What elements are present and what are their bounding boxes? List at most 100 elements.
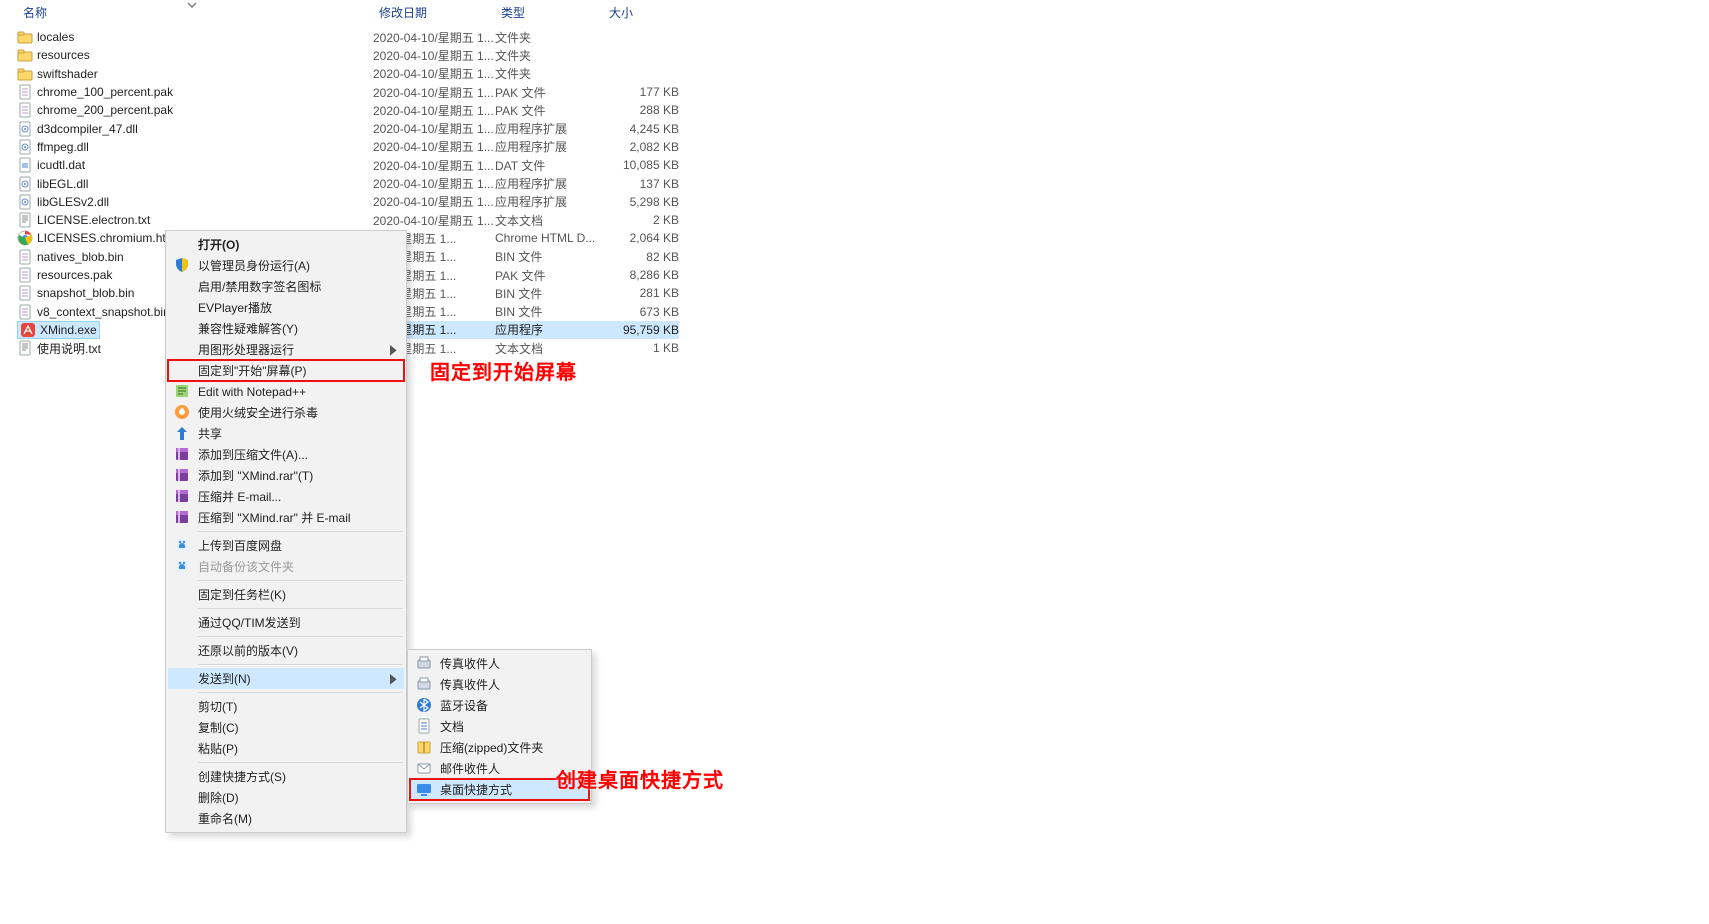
menu-item[interactable]: 创建快捷方式(S) [168, 766, 404, 787]
file-row[interactable]: LICENSE.electron.txt2020-04-10/星期五 1...文… [0, 211, 1709, 229]
menu-separator [198, 664, 403, 665]
menu-item-label: 固定到任务栏(K) [198, 586, 286, 603]
menu-item[interactable]: 压缩到 "XMind.rar" 并 E-mail [168, 507, 404, 528]
file-name-label: libGLESv2.dll [37, 195, 109, 209]
zip-icon [416, 739, 432, 755]
file-name-cell[interactable]: chrome_200_percent.pak [17, 102, 373, 118]
menu-item-label: 添加到压缩文件(A)... [198, 446, 308, 463]
menu-item[interactable]: 传真收件人 [410, 653, 589, 674]
file-type-cell: 文件夹 [495, 29, 603, 46]
menu-item[interactable]: 粘贴(P) [168, 738, 404, 759]
menu-item-label: 启用/禁用数字签名图标 [198, 278, 321, 295]
file-date-cell: 2020-04-10/星期五 1... [373, 120, 495, 137]
menu-item-label: 自动备份该文件夹 [198, 558, 294, 575]
file-type-cell: 应用程序扩展 [495, 193, 603, 210]
file-name-cell[interactable]: d3dcompiler_47.dll [17, 121, 373, 137]
file-name-label: v8_context_snapshot.bin [37, 305, 170, 319]
file-size-cell: 5,298 KB [603, 195, 679, 209]
file-row[interactable]: locales2020-04-10/星期五 1...文件夹 [0, 28, 1709, 46]
file-name-label: LICENSE.electron.txt [37, 213, 150, 227]
file-size-cell: 137 KB [603, 177, 679, 191]
file-name-cell[interactable]: ffmpeg.dll [17, 139, 373, 155]
menu-item[interactable]: 添加到 "XMind.rar"(T) [168, 465, 404, 486]
col-header-size[interactable]: 大小 [603, 0, 679, 25]
menu-item[interactable]: 共享 [168, 423, 404, 444]
file-name-label: chrome_200_percent.pak [37, 103, 173, 117]
menu-item[interactable]: 压缩(zipped)文件夹 [410, 737, 589, 758]
menu-item[interactable]: 复制(C) [168, 717, 404, 738]
menu-item[interactable]: 压缩并 E-mail... [168, 486, 404, 507]
menu-item[interactable]: 打开(O) [168, 234, 404, 255]
menu-item-label: 共享 [198, 425, 222, 442]
menu-item[interactable]: 删除(D) [168, 787, 404, 808]
dat-icon [17, 157, 33, 173]
file-row[interactable]: swiftshader2020-04-10/星期五 1...文件夹 [0, 65, 1709, 83]
file-row[interactable]: libEGL.dll2020-04-10/星期五 1...应用程序扩展137 K… [0, 174, 1709, 192]
dll-icon [17, 121, 33, 137]
menu-item[interactable]: 通过QQ/TIM发送到 [168, 612, 404, 633]
menu-item[interactable]: 固定到任务栏(K) [168, 584, 404, 605]
menu-item[interactable]: 蓝牙设备 [410, 695, 589, 716]
submenu-arrow-icon [390, 674, 398, 682]
menu-item[interactable]: 还原以前的版本(V) [168, 640, 404, 661]
menu-item[interactable]: 用图形处理器运行 [168, 339, 404, 360]
menu-item[interactable]: 添加到压缩文件(A)... [168, 444, 404, 465]
menu-item[interactable]: 上传到百度网盘 [168, 535, 404, 556]
file-row[interactable]: icudtl.dat2020-04-10/星期五 1...DAT 文件10,08… [0, 156, 1709, 174]
txt-icon [17, 212, 33, 228]
menu-item[interactable]: 剪切(T) [168, 696, 404, 717]
file-type-cell: Chrome HTML D... [495, 231, 603, 245]
file-name-cell[interactable]: resources [17, 47, 373, 63]
dll-icon [17, 139, 33, 155]
col-header-date[interactable]: 修改日期 [373, 0, 495, 25]
file-size-cell: 2,064 KB [603, 231, 679, 245]
file-name-cell[interactable]: libGLESv2.dll [17, 194, 373, 210]
menu-item-label: 添加到 "XMind.rar"(T) [198, 467, 313, 484]
file-type-cell: PAK 文件 [495, 84, 603, 101]
file-row[interactable]: ffmpeg.dll2020-04-10/星期五 1...应用程序扩展2,082… [0, 138, 1709, 156]
folder-icon [17, 47, 33, 63]
file-row[interactable]: d3dcompiler_47.dll2020-04-10/星期五 1...应用程… [0, 119, 1709, 137]
file-date-cell: 2020-04-10/星期五 1... [373, 212, 495, 229]
file-row[interactable]: libGLESv2.dll 2020-04-10/星期五 1...应用程序扩展5,… [0, 193, 1709, 211]
share-icon [174, 425, 190, 441]
menu-item-label: 复制(C) [198, 719, 239, 736]
file-name-label: chrome_100_percent.pak [37, 85, 173, 99]
file-name-label: swiftshader [37, 67, 98, 81]
menu-item[interactable]: 使用火绒安全进行杀毒 [168, 402, 404, 423]
menu-item[interactable]: EVPlayer播放 [168, 297, 404, 318]
file-name-cell[interactable]: LICENSE.electron.txt [17, 212, 373, 228]
menu-item-label: 邮件收件人 [440, 760, 500, 777]
file-row[interactable]: resources2020-04-10/星期五 1...文件夹 [0, 46, 1709, 64]
menu-item-label: Edit with Notepad++ [198, 385, 306, 399]
file-name-label: resources.pak [37, 268, 112, 282]
menu-item[interactable]: 固定到"开始"屏幕(P) [168, 360, 404, 381]
file-name-cell[interactable]: chrome_100_percent.pak [17, 84, 373, 100]
file-name-cell[interactable]: swiftshader [17, 66, 373, 82]
menu-item[interactable]: 以管理员身份运行(A) [168, 255, 404, 276]
file-name-cell[interactable]: libEGL.dll [17, 176, 373, 192]
menu-item[interactable]: 文档 [410, 716, 589, 737]
menu-item-label: 创建快捷方式(S) [198, 768, 286, 785]
file-row[interactable]: chrome_200_percent.pak2020-04-10/星期五 1..… [0, 101, 1709, 119]
menu-item[interactable]: Edit with Notepad++ [168, 381, 404, 402]
context-menu: 打开(O)以管理员身份运行(A) 启用/禁用数字签名图标 EVPlayer播放兼容性… [165, 230, 407, 833]
col-header-type[interactable]: 类型 [495, 0, 603, 25]
menu-item-label: 使用火绒安全进行杀毒 [198, 404, 318, 421]
file-type-cell: BIN 文件 [495, 303, 603, 320]
menu-item[interactable]: 启用/禁用数字签名图标 [168, 276, 404, 297]
file-name-label: LICENSES.chromium.html [37, 231, 178, 245]
file-type-cell: 应用程序扩展 [495, 175, 603, 192]
file-name-label: ffmpeg.dll [37, 140, 89, 154]
menu-item[interactable]: 传真收件人 [410, 674, 589, 695]
menu-item[interactable]: 兼容性疑难解答(Y) [168, 318, 404, 339]
menu-item-label: 粘贴(P) [198, 740, 238, 757]
file-date-cell: 2020-04-10/星期五 1... [373, 193, 495, 210]
file-name-cell[interactable]: icudtl.dat [17, 157, 373, 173]
menu-item[interactable]: 重命名(M) [168, 808, 404, 829]
menu-item[interactable]: 发送到(N) [168, 668, 404, 689]
column-splitter-icon[interactable] [186, 0, 198, 18]
file-name-cell[interactable]: locales [17, 29, 373, 45]
file-row[interactable]: chrome_100_percent.pak2020-04-10/星期五 1..… [0, 83, 1709, 101]
file-icon [17, 102, 33, 118]
